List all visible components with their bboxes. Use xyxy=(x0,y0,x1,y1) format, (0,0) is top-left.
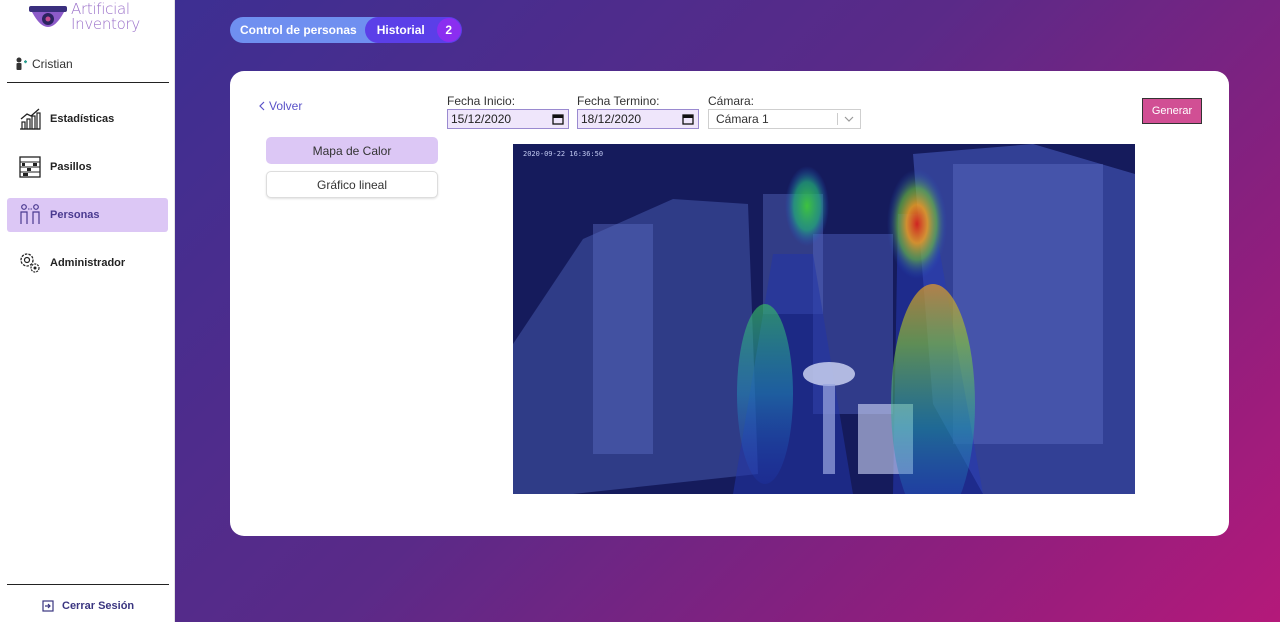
camera-logo-icon xyxy=(29,6,67,27)
back-label: Volver xyxy=(269,99,303,113)
select-separator xyxy=(837,113,838,125)
sidebar-divider-bottom xyxy=(7,584,169,585)
heatmap-camera-view: 2020-09-22 16:36:50 xyxy=(513,144,1135,494)
tab-mapa-de-calor[interactable]: Mapa de Calor xyxy=(266,137,438,164)
heatmap-image: 2020-09-22 16:36:50 xyxy=(513,144,1135,494)
logout-label: Cerrar Sesión xyxy=(62,600,135,612)
user-name: Cristian xyxy=(32,57,73,71)
camera-label: Cámara: xyxy=(708,94,755,108)
sidebar: Artificial Inventory Cristian Estadístic… xyxy=(0,0,175,622)
sidebar-divider-top xyxy=(7,82,169,83)
user-info: Cristian xyxy=(14,57,73,71)
shelf-icon xyxy=(19,156,41,178)
sidebar-item-label: Pasillos xyxy=(50,161,92,173)
logout-button[interactable]: Cerrar Sesión xyxy=(42,600,134,612)
count-badge: 2 xyxy=(436,18,461,42)
sidebar-item-label: Personas xyxy=(50,209,100,221)
tab-grafico-lineal[interactable]: Gráfico lineal xyxy=(266,171,438,198)
sidebar-item-estadisticas[interactable]: Estadísticas xyxy=(7,102,168,136)
end-date-input[interactable]: 18/12/2020 xyxy=(577,109,699,129)
main-area: Control de personas Historial 2 Volver F… xyxy=(175,0,1280,622)
breadcrumb-label: Control de personas xyxy=(240,23,357,37)
logo-text: Artificial Inventory xyxy=(71,2,140,32)
chevron-down-icon xyxy=(844,116,854,122)
sidebar-item-label: Administrador xyxy=(50,257,126,269)
admin-gear-icon xyxy=(20,253,40,273)
generate-button[interactable]: Generar xyxy=(1142,98,1202,124)
breadcrumb-control-personas[interactable]: Control de personas xyxy=(230,17,379,43)
logout-icon xyxy=(42,600,54,612)
breadcrumb: Control de personas Historial 2 xyxy=(230,17,462,43)
sidebar-item-administrador[interactable]: Administrador xyxy=(7,246,168,280)
calendar-icon[interactable] xyxy=(682,113,694,125)
start-date-label: Fecha Inicio: xyxy=(447,94,516,108)
end-date-value: 18/12/2020 xyxy=(581,112,642,126)
sidebar-item-personas[interactable]: Personas xyxy=(7,198,168,232)
breadcrumb-historial[interactable]: Historial 2 xyxy=(364,17,462,43)
back-link[interactable]: Volver xyxy=(258,99,302,113)
app-logo: Artificial Inventory xyxy=(28,2,158,38)
camera-select[interactable]: Cámara 1 xyxy=(708,109,861,129)
content-card: Volver Fecha Inicio: 15/12/2020 Fecha Te… xyxy=(230,71,1229,536)
start-date-input[interactable]: 15/12/2020 xyxy=(447,109,569,129)
sidebar-item-pasillos[interactable]: Pasillos xyxy=(7,150,168,184)
camera-timestamp: 2020-09-22 16:36:50 xyxy=(523,150,603,158)
end-date-label: Fecha Termino: xyxy=(577,94,660,108)
logo-line-2: Inventory xyxy=(71,15,140,33)
people-icon xyxy=(20,204,40,224)
user-icon xyxy=(16,57,27,70)
tab-label: Mapa de Calor xyxy=(312,143,392,158)
calendar-icon[interactable] xyxy=(552,113,564,125)
generate-label: Generar xyxy=(1151,105,1193,117)
chevron-left-icon xyxy=(259,101,265,111)
camera-select-value: Cámara 1 xyxy=(716,112,769,126)
camera-select-controls xyxy=(837,113,854,125)
chart-icon xyxy=(20,108,41,130)
tab-label: Gráfico lineal xyxy=(316,177,388,192)
sidebar-item-label: Estadísticas xyxy=(50,113,115,125)
breadcrumb-label: Historial xyxy=(376,23,425,37)
start-date-value: 15/12/2020 xyxy=(451,112,512,126)
